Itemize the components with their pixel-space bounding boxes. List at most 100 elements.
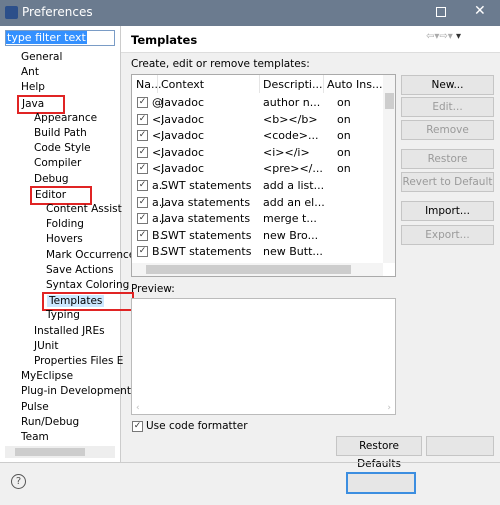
tree-item[interactable]: Syntax Coloring: [46, 279, 129, 292]
tree-item[interactable]: JUnit: [34, 340, 58, 353]
table-row[interactable]: ✓ B.. SWT statements new Bro...: [132, 228, 383, 244]
use-code-formatter-label: Use code formatter: [146, 420, 248, 432]
table-cell: Javadoc: [161, 96, 204, 109]
table-row[interactable]: ✓ <. Javadoc <code>... on: [132, 128, 383, 144]
tree-item[interactable]: Ant: [21, 66, 39, 79]
tree-item[interactable]: Typing: [46, 309, 80, 322]
table-cell: add a list...: [263, 179, 325, 192]
close-button[interactable]: ✕: [474, 3, 486, 19]
eclipse-logo-icon: [5, 6, 18, 19]
enabled-checkbox[interactable]: ✓: [137, 113, 148, 125]
table-cell: new Butt...: [263, 245, 323, 259]
tree-item[interactable]: Plug-in Development: [21, 385, 131, 398]
separator: [0, 462, 500, 463]
tree-item[interactable]: Help: [21, 81, 45, 94]
tree-item[interactable]: Code Style: [34, 142, 91, 155]
enabled-checkbox[interactable]: ✓: [137, 213, 148, 225]
tree-item[interactable]: Folding: [46, 218, 84, 231]
export-button[interactable]: Export...: [401, 225, 494, 245]
tree-item[interactable]: Run/Debug: [21, 416, 79, 429]
column-header[interactable]: Auto Ins...: [327, 78, 382, 91]
restore-defaults-button[interactable]: Restore Defaults: [336, 436, 422, 470]
tree-item[interactable]: Team: [21, 431, 49, 444]
enabled-checkbox[interactable]: ✓: [137, 97, 148, 108]
tree-item[interactable]: Templates: [42, 292, 134, 312]
enabled-checkbox[interactable]: ✓: [137, 163, 148, 175]
table-cell: Javadoc: [161, 129, 204, 143]
table-cell: on: [337, 145, 351, 159]
enabled-checkbox[interactable]: ✓: [137, 146, 148, 158]
enabled-checkbox[interactable]: ✓: [137, 246, 148, 258]
enabled-checkbox[interactable]: ✓: [137, 130, 148, 142]
table-cell: on: [337, 129, 351, 143]
table-horizontal-scrollbar[interactable]: [132, 263, 383, 276]
table-row[interactable]: ✓ B.. SWT statements new Butt...: [132, 244, 383, 260]
tree-item[interactable]: Editor: [30, 185, 92, 205]
column-divider[interactable]: [157, 75, 158, 93]
table-row[interactable]: ✓ a.. SWT statements add a list...: [132, 178, 383, 194]
table-cell: on: [337, 96, 351, 109]
table-cell: add an el...: [263, 195, 325, 209]
apply-button[interactable]: [426, 436, 494, 456]
maximize-button[interactable]: [436, 7, 446, 17]
table-cell: on: [337, 112, 351, 126]
table-row[interactable]: ✓ a.. Java statements add an el...: [132, 195, 383, 211]
table-cell: author n...: [263, 96, 321, 109]
column-header[interactable]: Descripti...: [263, 78, 322, 91]
table-cell: <code>...: [263, 129, 319, 143]
table-cell: SWT statements: [161, 179, 252, 192]
tree-item[interactable]: Java: [17, 94, 65, 114]
tree-item[interactable]: General: [21, 51, 62, 64]
use-code-formatter-checkbox[interactable]: ✓: [132, 421, 143, 432]
table-cell: <i></i>: [263, 145, 310, 159]
filter-input[interactable]: type filter text: [5, 30, 115, 46]
table-cell: Java statements: [161, 195, 251, 209]
table-row[interactable]: ✓ <. Javadoc <pre></... on: [132, 161, 383, 177]
table-vertical-scrollbar[interactable]: [383, 75, 395, 263]
page-header: Templates ⇦▾⇨▾ ▾: [121, 26, 500, 53]
table-cell: merge t...: [263, 212, 317, 226]
restore-removed-button[interactable]: Restore Removed: [401, 149, 494, 183]
tree-item[interactable]: Properties Files E: [34, 355, 123, 368]
table-cell: Javadoc: [161, 162, 204, 176]
table-row[interactable]: ✓ a.. Java statements merge t...: [132, 211, 383, 227]
tree-item[interactable]: Installed JREs: [34, 325, 105, 338]
table-cell: Javadoc: [161, 145, 204, 159]
tree-item[interactable]: Compiler: [34, 157, 81, 170]
templates-table[interactable]: Na... Context Descripti... Auto Ins... ✓ @ Jav…: [131, 74, 396, 277]
remove-button[interactable]: Remove: [401, 120, 494, 140]
edit-button[interactable]: Edit...: [401, 97, 494, 117]
tree-item[interactable]: Debug: [34, 173, 69, 186]
enabled-checkbox[interactable]: ✓: [137, 229, 148, 241]
table-row[interactable]: ✓ <. Javadoc <i></i> on: [132, 145, 383, 161]
tree-horizontal-scrollbar[interactable]: [5, 446, 115, 458]
table-cell: Java statements: [161, 212, 251, 226]
ok-button[interactable]: [346, 472, 416, 494]
preview-label: Preview:: [131, 283, 175, 295]
tree-item[interactable]: Build Path: [34, 127, 87, 140]
table-row[interactable]: ✓ <. Javadoc <b></b> on: [132, 112, 383, 128]
tree-item[interactable]: Mark Occurrences: [46, 249, 141, 262]
tree-item[interactable]: MyEclipse: [21, 370, 73, 383]
tree-item[interactable]: Content Assist: [46, 203, 122, 216]
table-cell: on: [337, 162, 351, 176]
page-subtitle: Create, edit or remove templates:: [131, 58, 310, 70]
tree-item[interactable]: Save Actions: [46, 264, 113, 277]
column-header[interactable]: Context: [161, 78, 204, 91]
help-icon[interactable]: ?: [11, 474, 26, 489]
tree-item[interactable]: Appearance: [34, 112, 97, 125]
column-divider[interactable]: [259, 75, 260, 93]
column-divider[interactable]: [323, 75, 324, 93]
import-button[interactable]: Import...: [401, 201, 494, 221]
enabled-checkbox[interactable]: ✓: [137, 180, 148, 191]
preview-area[interactable]: ‹ ›: [131, 298, 396, 415]
table-cell: SWT statements: [161, 228, 252, 242]
page-title: Templates: [131, 33, 198, 47]
nav-arrows-icon[interactable]: ⇦▾⇨▾ ▾: [426, 31, 461, 42]
revert-to-default-button[interactable]: Revert to Default: [401, 172, 494, 192]
new-button[interactable]: New...: [401, 75, 494, 95]
table-row[interactable]: ✓ @ Javadoc author n... on: [132, 95, 383, 111]
enabled-checkbox[interactable]: ✓: [137, 196, 148, 208]
tree-item[interactable]: Hovers: [46, 233, 83, 246]
tree-item[interactable]: Pulse: [21, 401, 49, 414]
